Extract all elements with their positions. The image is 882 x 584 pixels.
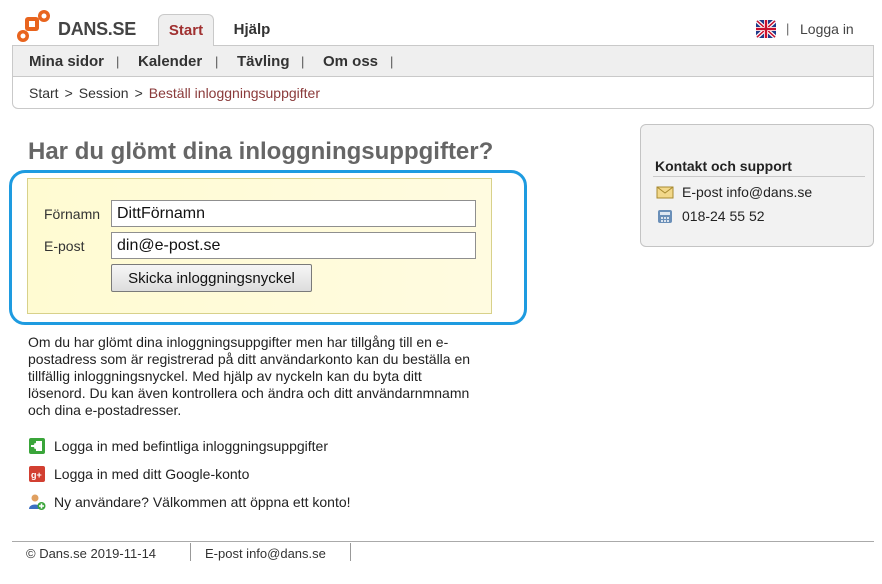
logo-text[interactable]: DANS.SE bbox=[58, 19, 136, 40]
description-text: Om du har glömt dina inloggningsuppgifte… bbox=[28, 334, 471, 418]
send-login-key-button[interactable]: Skicka inloggningsnyckel bbox=[111, 264, 312, 292]
main-menu: Mina sidor | Kalender | Tävling | Om oss… bbox=[13, 46, 873, 77]
dans-logo-icon[interactable] bbox=[16, 9, 52, 43]
navigation-panel: Mina sidor | Kalender | Tävling | Om oss… bbox=[12, 45, 874, 109]
footer-copyright: © Dans.se 2019-11-14 bbox=[26, 546, 157, 561]
menu-item-calendar[interactable]: Kalender bbox=[138, 53, 202, 70]
email-input[interactable] bbox=[111, 232, 476, 259]
breadcrumb-session[interactable]: Session bbox=[79, 85, 129, 101]
contact-email-text[interactable]: E-post info@dans.se bbox=[682, 184, 812, 200]
breadcrumb-current: Beställ inloggningsuppgifter bbox=[148, 85, 320, 101]
divider bbox=[653, 176, 865, 177]
envelope-icon bbox=[656, 186, 674, 199]
contact-title: Kontakt och support bbox=[655, 158, 792, 174]
first-name-input[interactable] bbox=[111, 200, 476, 227]
login-link[interactable]: Logga in bbox=[800, 21, 854, 37]
contact-phone: 018-24 55 52 bbox=[656, 208, 765, 224]
login-google-label[interactable]: Logga in med ditt Google-konto bbox=[54, 466, 249, 482]
menu-item-about[interactable]: Om oss bbox=[323, 53, 378, 70]
menu-separator: | bbox=[301, 54, 305, 69]
footer-divider bbox=[12, 541, 874, 542]
tab-help[interactable]: Hjälp bbox=[222, 14, 282, 46]
menu-item-my-pages[interactable]: Mina sidor bbox=[29, 53, 104, 70]
breadcrumb: Start > Session > Beställ inloggningsuppgift… bbox=[29, 85, 326, 101]
google-plus-icon: g+ bbox=[29, 466, 45, 482]
new-user-link[interactable]: Ny användare? Välkommen att öppna ett ko… bbox=[28, 492, 351, 512]
footer-separator bbox=[190, 543, 191, 561]
menu-separator: | bbox=[116, 54, 120, 69]
new-user-label[interactable]: Ny användare? Välkommen att öppna ett ko… bbox=[54, 494, 351, 510]
breadcrumb-separator: > bbox=[134, 85, 143, 101]
phone-icon bbox=[658, 210, 672, 223]
uk-flag-icon[interactable] bbox=[756, 20, 776, 38]
login-existing-label[interactable]: Logga in med befintliga inloggningsuppgi… bbox=[54, 438, 328, 454]
svg-text:g+: g+ bbox=[31, 470, 42, 480]
page-title: Har du glömt dina inloggningsuppgifter? bbox=[28, 138, 494, 165]
login-icon bbox=[29, 438, 45, 454]
first-name-label: Förnamn bbox=[44, 206, 101, 222]
header-separator: | bbox=[786, 21, 790, 36]
email-label: E-post bbox=[44, 238, 85, 254]
footer-separator bbox=[350, 543, 351, 561]
tab-start[interactable]: Start bbox=[158, 14, 214, 46]
breadcrumb-separator: > bbox=[64, 85, 73, 101]
contact-panel: Kontakt och support E-post info@dans.se … bbox=[640, 124, 874, 247]
footer-email[interactable]: E-post info@dans.se bbox=[205, 546, 326, 561]
contact-phone-text: 018-24 55 52 bbox=[682, 208, 765, 224]
login-existing-link[interactable]: Logga in med befintliga inloggningsuppgi… bbox=[28, 436, 328, 456]
contact-email[interactable]: E-post info@dans.se bbox=[656, 184, 812, 200]
breadcrumb-start[interactable]: Start bbox=[29, 85, 59, 101]
menu-item-competition[interactable]: Tävling bbox=[237, 53, 290, 70]
add-user-icon bbox=[29, 494, 46, 510]
menu-separator: | bbox=[215, 54, 219, 69]
menu-separator: | bbox=[390, 54, 394, 69]
login-google-link[interactable]: g+ Logga in med ditt Google-konto bbox=[28, 464, 249, 484]
